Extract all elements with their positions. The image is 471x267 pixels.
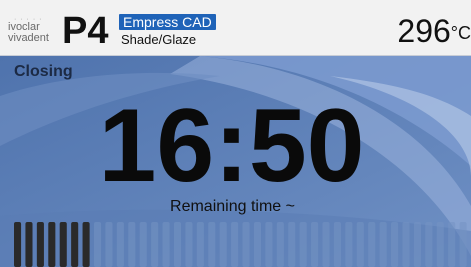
progress-segment-empty xyxy=(436,222,444,267)
progress-segment-empty xyxy=(356,222,364,267)
progress-segment-filled xyxy=(82,222,90,267)
progress-segment-empty xyxy=(185,222,193,267)
progress-segment-empty xyxy=(265,222,273,267)
progress-segment-empty xyxy=(288,222,296,267)
progress-segment-empty xyxy=(196,222,204,267)
progress-segment-filled xyxy=(71,222,79,267)
progress-segment-empty xyxy=(413,222,421,267)
progress-segment-empty xyxy=(448,222,456,267)
progress-segment-empty xyxy=(162,222,170,267)
progress-segment-empty xyxy=(311,222,319,267)
header-bar: · · · · · ivoclar vivadent P4 Empress CA… xyxy=(0,0,471,56)
progress-segment-empty xyxy=(105,222,113,267)
program-name-badge[interactable]: Empress CAD xyxy=(119,14,216,30)
progress-segment-empty xyxy=(459,222,467,267)
progress-segment-empty xyxy=(128,222,136,267)
progress-segment-empty xyxy=(173,222,182,267)
progress-segment-filled xyxy=(14,222,22,267)
progress-segment-empty xyxy=(368,222,376,267)
logo-line-2: vivadent xyxy=(8,32,49,44)
temperature-unit: °C xyxy=(450,23,471,43)
progress-bar xyxy=(14,222,471,267)
temperature-readout: 296°C xyxy=(397,14,471,48)
program-subtitle: Shade/Glaze xyxy=(121,32,197,47)
furnace-model: P4 xyxy=(62,10,109,52)
furnace-display: · · · · · ivoclar vivadent P4 Empress CA… xyxy=(0,0,471,267)
progress-segment-empty xyxy=(231,222,239,267)
progress-segment-empty xyxy=(402,222,410,267)
progress-segment-filled xyxy=(59,222,67,267)
progress-segment-empty xyxy=(253,222,262,267)
phase-status: Closing xyxy=(14,63,73,80)
progress-segment-empty xyxy=(151,222,159,267)
progress-segment-empty xyxy=(242,222,250,267)
progress-segment-empty xyxy=(276,222,284,267)
progress-segment-empty xyxy=(322,222,330,267)
brand-logo: · · · · · ivoclar vivadent xyxy=(8,16,62,46)
remaining-time-label: Remaining time ~ xyxy=(170,198,295,215)
progress-segment-empty xyxy=(345,222,353,267)
progress-segment-filled xyxy=(25,222,33,267)
temperature-value: 296 xyxy=(397,13,451,49)
progress-segment-empty xyxy=(93,222,102,267)
progress-segment-empty xyxy=(299,222,307,267)
progress-segment-empty xyxy=(425,222,433,267)
progress-segment-empty xyxy=(208,222,216,267)
progress-segment-empty xyxy=(116,222,124,267)
progress-segment-filled xyxy=(36,222,44,267)
progress-segment-empty xyxy=(219,222,227,267)
progress-segment-empty xyxy=(139,222,147,267)
progress-segments xyxy=(14,222,467,267)
progress-segment-empty xyxy=(333,222,341,267)
progress-segment-empty xyxy=(391,222,399,267)
progress-segment-filled xyxy=(48,222,56,267)
remaining-time: 16:50 xyxy=(98,88,365,204)
progress-segment-empty xyxy=(379,222,387,267)
status-panel: Closing 16:50 Remaining time ~ xyxy=(0,56,471,267)
